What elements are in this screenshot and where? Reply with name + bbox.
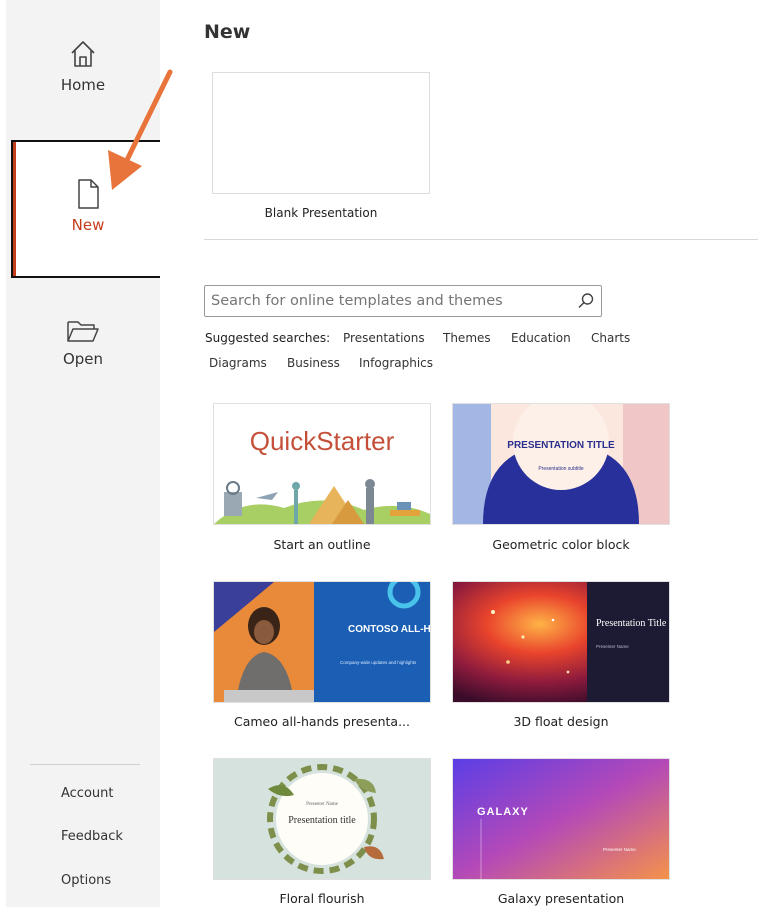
blank-presentation-label: Blank Presentation <box>264 206 378 220</box>
sidebar-divider <box>30 764 140 765</box>
new-document-icon <box>78 179 99 209</box>
geometric-thumb-art: PRESENTATION TITLE Presentation subtitle <box>453 404 669 524</box>
template-thumb-floral-flourish[interactable]: Presenter Name Presentation title <box>213 758 431 880</box>
template-search-box[interactable] <box>204 285 602 317</box>
cameo-thumb-art: CONTOSO ALL-HANDS Company-wide updates a… <box>214 582 430 702</box>
nav-open[interactable]: Open <box>6 318 160 368</box>
home-icon <box>71 41 95 67</box>
floral-thumb-subtitle: Presenter Name <box>306 802 339 807</box>
galaxy-thumb-art: GALAXY Presenter Name <box>453 759 669 879</box>
cameo-thumb-subtitle: Company-wide updates and highlights <box>340 660 417 665</box>
galaxy-thumb-subtitle: Presenter Name <box>603 847 636 852</box>
nav-home[interactable]: Home <box>6 38 160 94</box>
nav-account[interactable]: Account <box>61 786 114 801</box>
nav-new-label: New <box>71 216 105 234</box>
floral-thumb-title: Presentation title <box>288 815 356 826</box>
template-thumb-cameo-all-hands[interactable]: CONTOSO ALL-HANDS Company-wide updates a… <box>213 581 431 703</box>
3d-float-thumb-subtitle: Presenter Name <box>596 644 629 649</box>
nav-feedback[interactable]: Feedback <box>61 829 123 844</box>
template-label-geometric-color-block: Geometric color block <box>492 537 630 552</box>
template-thumb-galaxy-presentation[interactable]: GALAXY Presenter Name <box>452 758 670 880</box>
nav-options[interactable]: Options <box>61 873 111 888</box>
suggestion-education[interactable]: Education <box>511 331 571 345</box>
template-label-galaxy-presentation: Galaxy presentation <box>497 891 625 906</box>
nav-open-label: Open <box>62 350 104 368</box>
3d-float-thumb-title: Presentation Title <box>596 618 667 629</box>
3d-float-thumb-art: Presentation Title Presenter Name <box>453 582 669 702</box>
template-label-floral-flourish: Floral flourish <box>279 891 365 906</box>
search-icon[interactable] <box>577 292 595 310</box>
template-thumb-geometric-color-block[interactable]: PRESENTATION TITLE Presentation subtitle <box>452 403 670 525</box>
quickstarter-thumb-title: QuickStarter <box>250 426 395 456</box>
main-panel: New Blank Presentation Suggested searche… <box>160 0 758 907</box>
suggestion-charts[interactable]: Charts <box>591 331 630 345</box>
cameo-thumb-title: CONTOSO ALL-HANDS <box>348 624 430 635</box>
floral-thumb-art: Presenter Name Presentation title <box>214 759 430 879</box>
suggestion-diagrams[interactable]: Diagrams <box>209 356 267 370</box>
suggested-searches-label: Suggested searches: <box>205 331 331 345</box>
nav-new[interactable]: New <box>11 140 165 278</box>
nav-home-label: Home <box>60 76 106 94</box>
template-label-3d-float-design: 3D float design <box>513 714 609 729</box>
suggestion-themes[interactable]: Themes <box>443 331 491 345</box>
galaxy-thumb-title: GALAXY <box>477 806 529 818</box>
template-label-cameo-all-hands: Cameo all-hands presenta... <box>233 714 410 729</box>
suggestion-business[interactable]: Business <box>287 356 340 370</box>
page-title: New <box>204 21 251 43</box>
sidebar: Home New Open Account Feedback Options <box>6 0 165 907</box>
open-folder-icon <box>67 321 99 342</box>
blank-presentation-thumbnail[interactable] <box>212 72 430 194</box>
suggestion-infographics[interactable]: Infographics <box>359 356 433 370</box>
geometric-thumb-subtitle: Presentation subtitle <box>538 466 584 472</box>
template-thumb-start-outline[interactable]: QuickStarter <box>213 403 431 525</box>
geometric-thumb-title: PRESENTATION TITLE <box>507 440 615 451</box>
template-label-start-outline: Start an outline <box>273 537 371 552</box>
template-search-input[interactable] <box>211 290 561 312</box>
suggestion-presentations[interactable]: Presentations <box>343 331 425 345</box>
template-thumb-3d-float-design[interactable]: Presentation Title Presenter Name <box>452 581 670 703</box>
section-divider <box>204 239 758 240</box>
quickstarter-illustration: QuickStarter <box>214 426 430 524</box>
